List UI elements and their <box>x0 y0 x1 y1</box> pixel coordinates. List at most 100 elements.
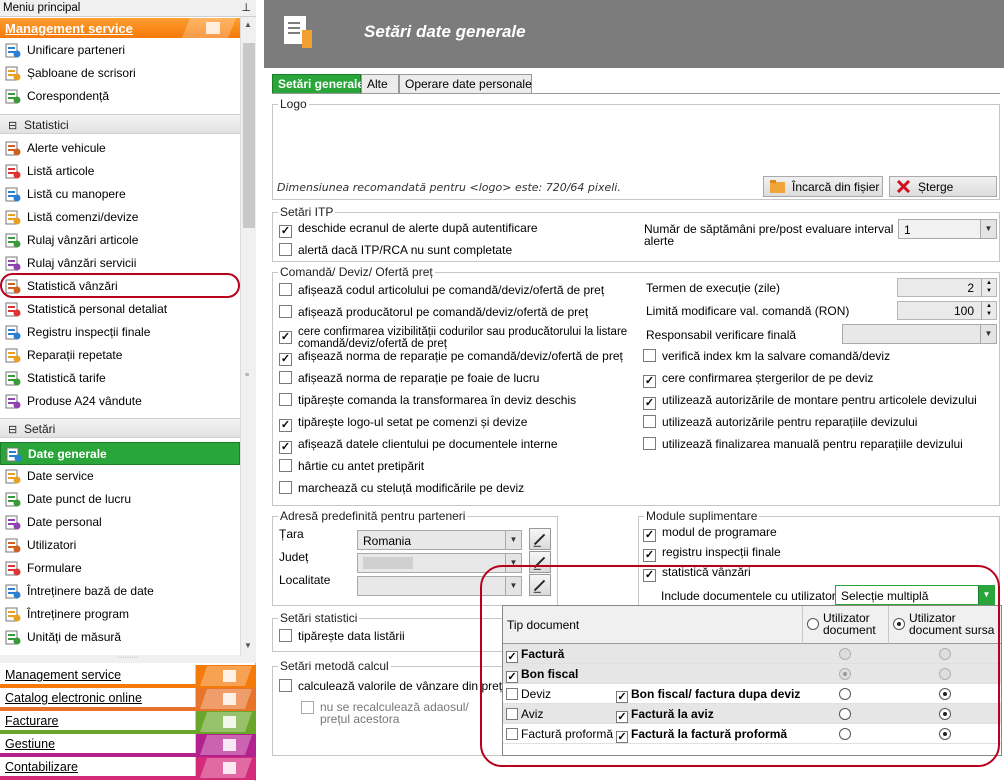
checkbox[interactable]: ✓ <box>279 225 292 238</box>
comanda-opt-0[interactable]: afișează codul articolului pe comandă/de… <box>279 283 604 297</box>
metoda-opt-calc[interactable]: calculează valorile de vânzare din prețu… <box>279 679 511 693</box>
sidebar-item-rulaj-v-nz-ri-articole[interactable]: Rulaj vânzări articole <box>0 229 240 252</box>
checkbox[interactable] <box>301 701 314 714</box>
sidebar-item-statistic-personal-detaliat[interactable]: Statistică personal detaliat <box>0 298 240 321</box>
checkbox[interactable] <box>279 243 292 256</box>
checkbox[interactable] <box>279 305 292 318</box>
termen-input[interactable]: 2 ▲ ▼ <box>897 278 997 297</box>
category-facturare[interactable]: Facturare <box>0 711 256 734</box>
sidebar-item-repara-ii-repetate[interactable]: Reparații repetate <box>0 344 240 367</box>
sidebar-item-alerte-vehicule[interactable]: Alerte vehicule <box>0 137 240 160</box>
checkbox[interactable]: ✓ <box>279 419 292 432</box>
collapse-icon[interactable]: ⊟ <box>8 119 18 132</box>
section-setari[interactable]: ⊟ Setări <box>0 418 240 438</box>
category-management-service[interactable]: Management service <box>0 665 256 688</box>
edit-pen-icon[interactable] <box>529 528 551 550</box>
comanda-opt-3[interactable]: ✓ afișează norma de reparație pe comandă/… <box>279 349 623 366</box>
checkbox[interactable]: ✓ <box>643 529 656 542</box>
sidebar-item-date-personal[interactable]: Date personal <box>0 511 240 534</box>
sidebar-item-date-generale[interactable]: Date generale <box>0 442 240 465</box>
checkbox[interactable] <box>279 459 292 472</box>
comanda-opt-6[interactable]: ✓ tipărește logo-ul setat pe comenzi și d… <box>279 415 527 432</box>
comanda-right-opt-1[interactable]: ✓ cere confirmarea ștergerilor de pe devi… <box>643 371 873 388</box>
spinner-icon[interactable]: ▲ ▼ <box>981 279 996 297</box>
comanda-right-opt-0[interactable]: verifică index km la salvare comandă/dev… <box>643 349 890 363</box>
section-management-service[interactable]: Management service <box>0 18 240 38</box>
category-catalog-electronic-online[interactable]: Catalog electronic online <box>0 688 256 711</box>
comanda-opt-5[interactable]: tipărește comanda la transformarea în de… <box>279 393 576 407</box>
checkbox[interactable] <box>643 437 656 450</box>
sidebar-item-list-cu-manopere[interactable]: Listă cu manopere <box>0 183 240 206</box>
sidebar-item-list-articole[interactable]: Listă articole <box>0 160 240 183</box>
tara-select[interactable]: Romania ▼ <box>357 530 522 550</box>
checkbox[interactable] <box>279 629 292 642</box>
tab-alte[interactable]: Alte <box>361 74 399 93</box>
collapse-icon[interactable]: ⊟ <box>8 423 18 436</box>
sidebar-item--ntre-inere-program[interactable]: Întreținere program <box>0 603 240 626</box>
scroll-up-icon[interactable]: ▲ <box>244 20 252 29</box>
itp-opt-rca[interactable]: alertă dacă ITP/RCA nu sunt completate <box>279 243 512 257</box>
sidebar-item-coresponden-[interactable]: Corespondență <box>0 85 240 108</box>
chevron-down-icon[interactable]: ▼ <box>505 531 521 549</box>
sidebar-item--abloane-de-scrisori[interactable]: Șabloane de scrisori <box>0 62 240 85</box>
checkbox[interactable]: ✓ <box>643 375 656 388</box>
sidebar-item-rulaj-v-nz-ri-servicii[interactable]: Rulaj vânzări servicii <box>0 252 240 275</box>
checkbox[interactable]: ✓ <box>279 441 292 454</box>
category-contabilizare[interactable]: Contabilizare <box>0 757 256 780</box>
checkbox[interactable]: ✓ <box>279 331 292 344</box>
comanda-opt-8[interactable]: hârtie cu antet pretipărit <box>279 459 424 473</box>
comanda-opt-9[interactable]: marchează cu steluță modificările pe dev… <box>279 481 524 495</box>
spinner-icon[interactable]: ▲ ▼ <box>981 302 996 320</box>
comanda-opt-1[interactable]: afișează producătorul pe comandă/deviz/o… <box>279 305 588 319</box>
module-opt-0[interactable]: ✓ modul de programare <box>643 525 777 542</box>
comanda-right-opt-2[interactable]: ✓ utilizează autorizările de montare pent… <box>643 393 977 410</box>
tab-setari-generale[interactable]: Setări generale <box>272 74 364 93</box>
chevron-down-icon[interactable]: ▼ <box>980 220 996 238</box>
sidebar-scrollbar[interactable]: ▲ ≡ ▼ <box>240 17 256 655</box>
sidebar-item--ntre-inere-baz-de-date[interactable]: Întreținere bază de date <box>0 580 240 603</box>
checkbox[interactable] <box>279 283 292 296</box>
tab-operare-date-personale[interactable]: Operare date personale <box>399 74 532 93</box>
checkbox[interactable]: ✓ <box>643 549 656 562</box>
load-from-file-button[interactable]: Încarcă din fișier <box>763 176 883 197</box>
statistici-opt-print-date[interactable]: tipărește data listării <box>279 629 405 643</box>
checkbox[interactable] <box>279 393 292 406</box>
sidebar-item-utilizatori[interactable]: Utilizatori <box>0 534 240 557</box>
checkbox[interactable] <box>643 349 656 362</box>
sidebar-item-statistic-tarife[interactable]: Statistică tarife <box>0 367 240 390</box>
sidebar-item-registru-inspec-ii-finale[interactable]: Registru inspecții finale <box>0 321 240 344</box>
sidebar-item-list-comenzi-devize[interactable]: Listă comenzi/devize <box>0 206 240 229</box>
sidebar-splitter[interactable]: ········· <box>0 654 256 663</box>
itp-opt-alerts[interactable]: ✓ deschide ecranul de alerte după autenti… <box>279 221 538 238</box>
checkbox[interactable]: ✓ <box>643 397 656 410</box>
module-opt-1[interactable]: ✓ registru inspecții finale <box>643 545 781 562</box>
comanda-opt-7[interactable]: ✓ afișează datele clientului pe documente… <box>279 437 558 454</box>
chevron-down-icon[interactable]: ▼ <box>980 325 996 343</box>
limita-input[interactable]: 100 ▲ ▼ <box>897 301 997 320</box>
comanda-opt-4[interactable]: afișează norma de reparație pe foaie de … <box>279 371 539 385</box>
checkbox[interactable] <box>279 679 292 692</box>
weeks-select[interactable]: 1 ▼ <box>898 219 997 239</box>
responsabil-select[interactable]: ▼ <box>842 324 997 344</box>
scroll-down-icon[interactable]: ▼ <box>244 641 252 650</box>
sidebar-item-statistic-v-nz-ri[interactable]: Statistică vânzări <box>0 275 240 298</box>
delete-button[interactable]: Șterge <box>889 176 997 197</box>
sidebar-item-date-punct-de-lucru[interactable]: Date punct de lucru <box>0 488 240 511</box>
sidebar-item-formulare[interactable]: Formulare <box>0 557 240 580</box>
comanda-right-opt-3[interactable]: utilizează autorizările pentru reparații… <box>643 415 917 429</box>
checkbox[interactable] <box>279 371 292 384</box>
category-gestiune[interactable]: Gestiune <box>0 734 256 757</box>
checkbox[interactable] <box>279 481 292 494</box>
checkbox[interactable] <box>643 415 656 428</box>
sidebar-item-date-service[interactable]: Date service <box>0 465 240 488</box>
comanda-right-opt-4[interactable]: utilizează finalizarea manuală pentru re… <box>643 437 963 451</box>
sidebar-item-unificare-parteneri[interactable]: Unificare parteneri <box>0 39 240 62</box>
scrollbar-thumb[interactable] <box>243 43 255 228</box>
sidebar-item-unit-i-de-m-sur-[interactable]: Unități de măsură <box>0 626 240 649</box>
sidebar-item-produse-a24-v-ndute[interactable]: Produse A24 vândute <box>0 390 240 413</box>
metoda-opt-no-recalc[interactable]: nu se recalculează adaosul/ prețul acest… <box>301 701 480 725</box>
pin-icon[interactable]: ⊥ <box>241 1 251 14</box>
section-statistici[interactable]: ⊟ Statistici <box>0 114 240 134</box>
checkbox[interactable]: ✓ <box>279 353 292 366</box>
module-opt-0-label: modul de programare <box>662 525 777 539</box>
